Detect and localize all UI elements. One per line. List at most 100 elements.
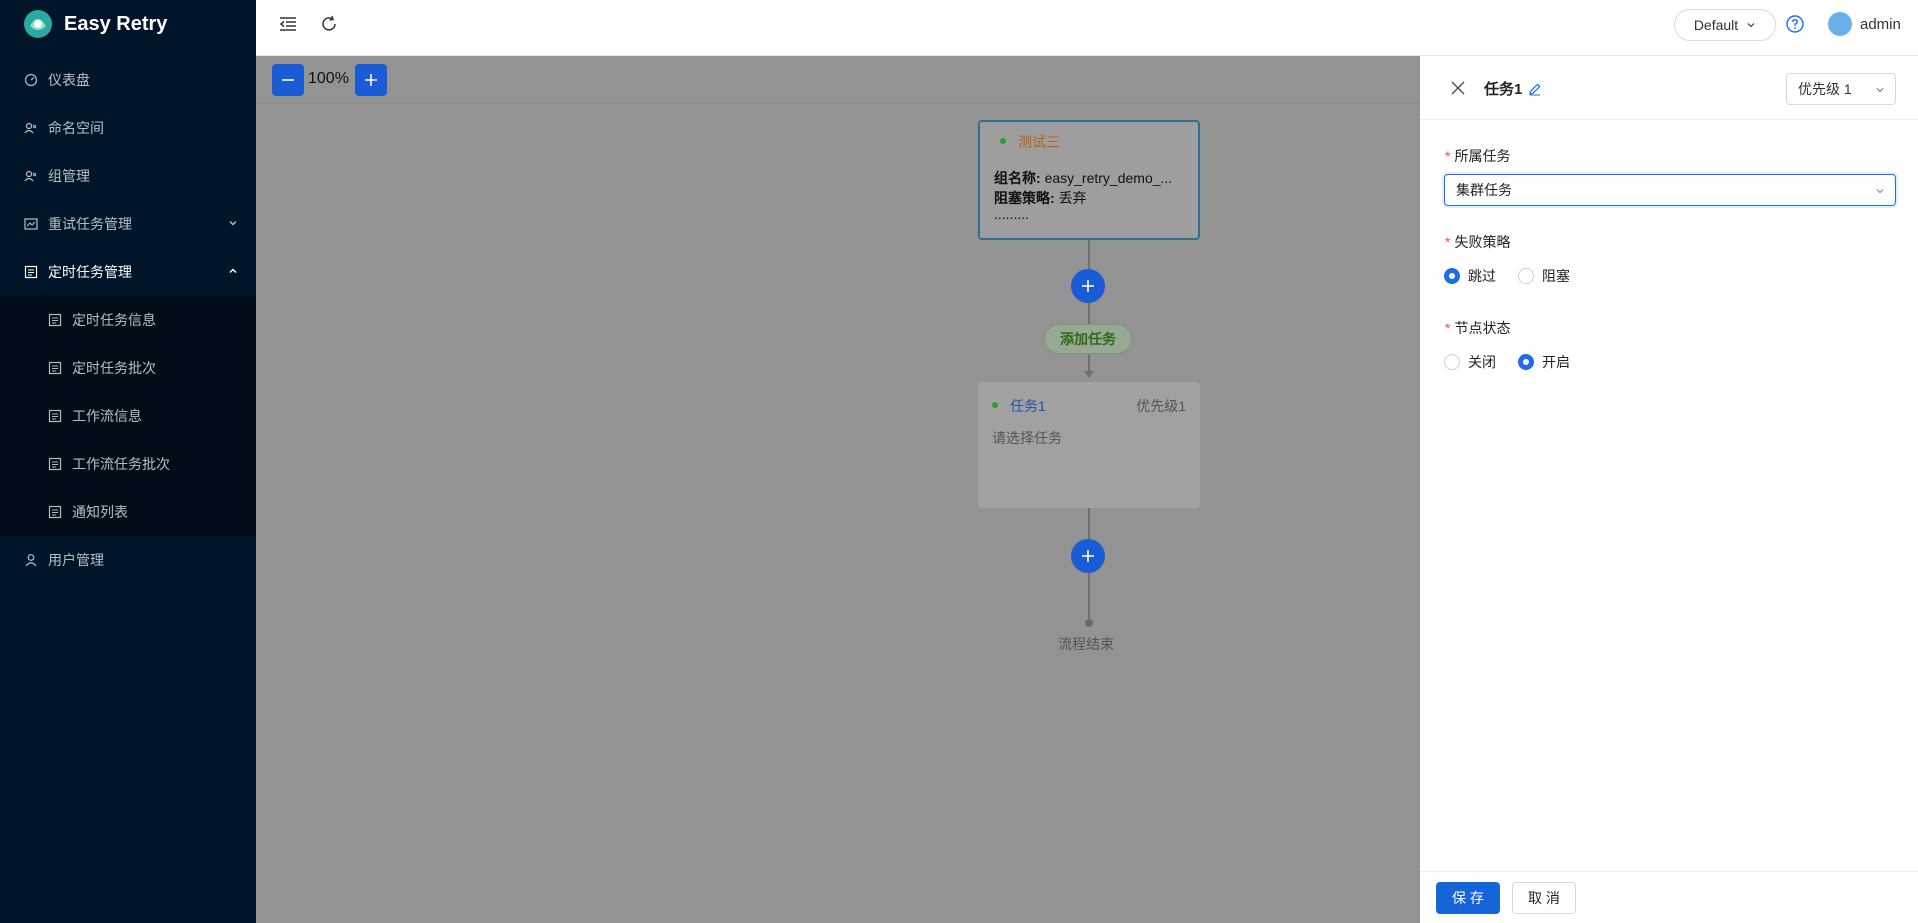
- list-doc-icon: [48, 457, 62, 471]
- fail-strategy-block-radio[interactable]: 阻塞: [1518, 266, 1570, 286]
- fail-strategy-skip-radio[interactable]: 跳过: [1444, 266, 1496, 286]
- namespace-select[interactable]: Default: [1674, 9, 1776, 41]
- radio-label: 阻塞: [1542, 268, 1570, 284]
- group-name-label: 组名称:: [994, 170, 1041, 186]
- task-node[interactable]: 任务1 优先级1 请选择任务: [978, 382, 1200, 508]
- flow-end-label: 流程结束: [1058, 636, 1114, 652]
- group-name-line: 组名称: easy_retry_demo_...: [994, 168, 1172, 188]
- add-node-button[interactable]: [1071, 539, 1105, 573]
- chevron-down-icon: [1747, 23, 1755, 28]
- sidebar-item-retry[interactable]: 重试任务管理: [0, 200, 256, 248]
- user-name: admin: [1860, 15, 1901, 33]
- fail-strategy-label-text: 失败策略: [1454, 234, 1511, 250]
- sidebar-item-group[interactable]: 组管理: [0, 152, 256, 200]
- drawer-header: 任务1 优先级 1: [1420, 56, 1918, 120]
- task-config-drawer: 任务1 优先级 1 * 所属任务 集群任务 * 失败策略 跳过 阻塞 * 节点状…: [1420, 56, 1918, 923]
- task-node-title: 任务1: [1010, 398, 1046, 414]
- sidebar: Easy Retry 仪表盘 命名空间 组管理 重试任务管理 定时任务管理 定时…: [0, 0, 256, 923]
- block-strategy-value: 丢弃: [1058, 190, 1087, 206]
- radio-label: 关闭: [1468, 354, 1496, 370]
- radio-indicator: [1444, 354, 1460, 370]
- end-dot: [1085, 619, 1093, 627]
- fail-strategy-label: * 失败策略: [1445, 234, 1511, 250]
- plus-icon: [1082, 550, 1094, 562]
- schedule-submenu: 定时任务信息 定时任务批次 工作流信息 工作流任务批次 通知列表: [0, 296, 256, 536]
- plus-icon: [365, 74, 377, 86]
- fail-strategy-radio-group: 跳过 阻塞: [1444, 266, 1570, 286]
- chevron-up-icon: [229, 268, 237, 273]
- plus-icon: [1082, 280, 1094, 292]
- radio-indicator: [1518, 354, 1534, 370]
- minus-icon: [282, 79, 294, 81]
- app-logo[interactable]: Easy Retry: [0, 0, 256, 48]
- save-button[interactable]: 保 存: [1436, 882, 1500, 914]
- chevron-down-icon: [1876, 189, 1884, 194]
- list-doc-icon: [48, 505, 62, 519]
- namespace-select-value: Default: [1693, 17, 1739, 33]
- task-field-label-text: 所属任务: [1454, 148, 1511, 164]
- sidebar-item-label: 命名空间: [48, 120, 104, 136]
- refresh-icon[interactable]: [319, 14, 339, 34]
- priority-select[interactable]: 优先级 1: [1786, 73, 1896, 105]
- schedule-icon: [24, 265, 38, 279]
- sidebar-item-label: 用户管理: [48, 552, 104, 568]
- add-node-button[interactable]: [1071, 269, 1105, 303]
- zoom-in-button[interactable]: [355, 64, 387, 96]
- close-icon[interactable]: [1450, 80, 1466, 96]
- task-select[interactable]: 集群任务: [1444, 174, 1896, 206]
- workflow-canvas[interactable]: 100% 测试三 组名称: easy_retry_demo_... 阻塞策略: …: [256, 56, 1420, 923]
- radio-label: 开启: [1542, 354, 1570, 370]
- sidebar-subitem-job-info[interactable]: 定时任务信息: [0, 296, 256, 344]
- node-more: .........: [994, 206, 1030, 222]
- edit-icon[interactable]: [1528, 82, 1542, 96]
- block-strategy-label: 阻塞策略:: [994, 190, 1055, 206]
- app-title: Easy Retry: [64, 12, 168, 35]
- radio-indicator: [1444, 268, 1460, 284]
- chevron-down-icon: [1876, 88, 1884, 93]
- block-strategy-line: 阻塞策略: 丢弃: [994, 188, 1087, 208]
- group-icon: [24, 170, 37, 182]
- sidebar-item-label: 仪表盘: [48, 72, 90, 88]
- sidebar-item-label: 组管理: [48, 168, 90, 184]
- sidebar-item-label: 重试任务管理: [48, 216, 132, 232]
- sidebar-subitem-label: 定时任务批次: [72, 360, 156, 376]
- node-status-on-radio[interactable]: 开启: [1518, 352, 1570, 372]
- task-node-hint: 请选择任务: [992, 430, 1062, 446]
- sidebar-subitem-workflow-batch[interactable]: 工作流任务批次: [0, 440, 256, 488]
- sidebar-subitem-label: 定时任务信息: [72, 312, 156, 328]
- list-doc-icon: [48, 409, 62, 423]
- status-dot: [992, 402, 998, 408]
- zoom-out-button[interactable]: [272, 64, 304, 96]
- logo-icon: [24, 10, 52, 38]
- sidebar-item-dashboard[interactable]: 仪表盘: [0, 56, 256, 104]
- node-status-label: * 节点状态: [1445, 320, 1511, 336]
- task-node-priority: 优先级1: [1136, 398, 1186, 414]
- status-dot: [1000, 138, 1006, 144]
- list-doc-icon: [48, 313, 62, 327]
- avatar: [1828, 12, 1852, 36]
- user-icon: [25, 554, 37, 567]
- zoom-bar: 100%: [256, 56, 1420, 104]
- top-header: Default admin: [256, 0, 1918, 56]
- user-menu[interactable]: admin: [1828, 12, 1901, 36]
- add-task-button[interactable]: 添加任务: [1044, 324, 1132, 354]
- sidebar-item-schedule[interactable]: 定时任务管理: [0, 248, 256, 296]
- sidebar-subitem-label: 工作流任务批次: [72, 456, 170, 472]
- sidebar-item-namespace[interactable]: 命名空间: [0, 104, 256, 152]
- sidebar-item-label: 定时任务管理: [48, 264, 132, 280]
- sidebar-menu: 仪表盘 命名空间 组管理 重试任务管理 定时任务管理 定时任务信息 定时任务批次…: [0, 48, 256, 584]
- sidebar-item-users[interactable]: 用户管理: [0, 536, 256, 584]
- sidebar-subitem-job-batch[interactable]: 定时任务批次: [0, 344, 256, 392]
- drawer-title-text: 任务1: [1484, 81, 1523, 98]
- menu-fold-icon[interactable]: [278, 14, 298, 34]
- sidebar-subitem-notify-list[interactable]: 通知列表: [0, 488, 256, 536]
- cancel-button[interactable]: 取 消: [1512, 882, 1576, 914]
- workflow-start-node[interactable]: 测试三 组名称: easy_retry_demo_... 阻塞策略: 丢弃 ..…: [978, 120, 1200, 240]
- dashboard-icon: [24, 73, 38, 87]
- node-status-off-radio[interactable]: 关闭: [1444, 352, 1496, 372]
- node-status-radio-group: 关闭 开启: [1444, 352, 1570, 372]
- drawer-title: 任务1: [1484, 78, 1542, 99]
- list-doc-icon: [48, 361, 62, 375]
- sidebar-subitem-workflow-info[interactable]: 工作流信息: [0, 392, 256, 440]
- help-icon[interactable]: [1786, 15, 1804, 33]
